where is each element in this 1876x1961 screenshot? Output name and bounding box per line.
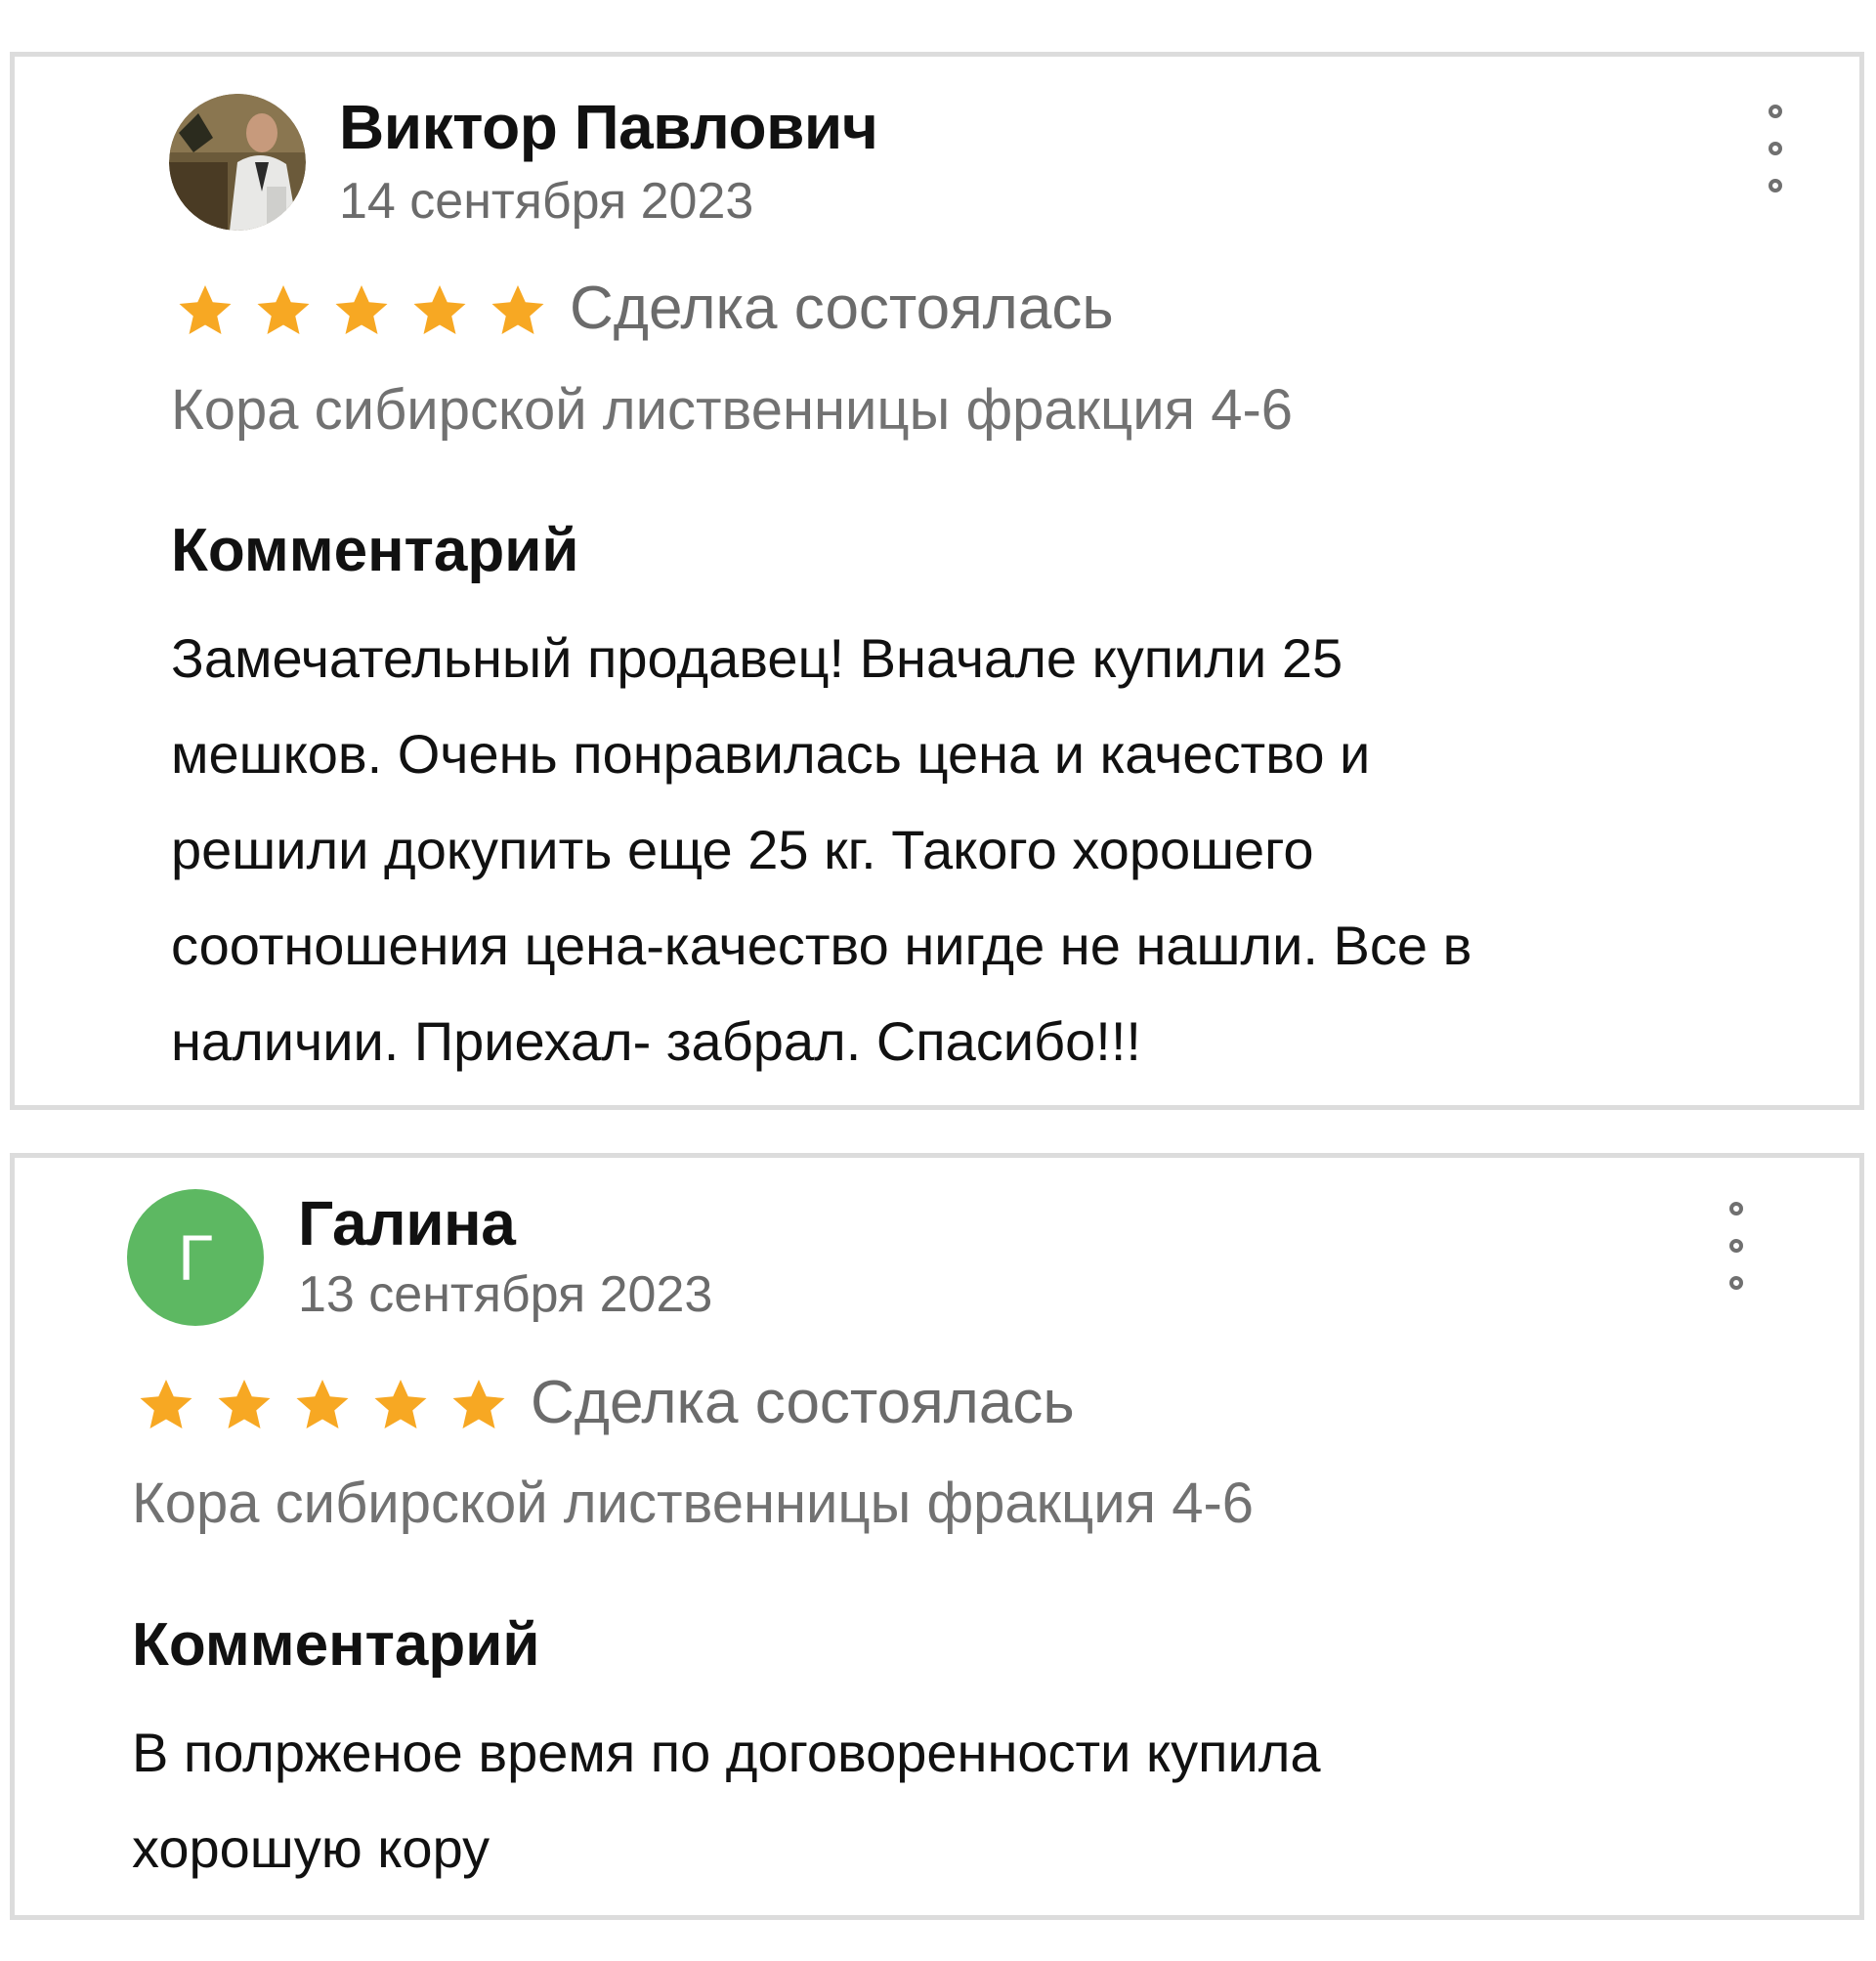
star-icon bbox=[179, 285, 232, 334]
avatar[interactable]: Г bbox=[127, 1189, 264, 1326]
deal-status: Сделка состоялась bbox=[531, 1369, 1075, 1436]
comment-line: хорошую кору bbox=[132, 1817, 490, 1879]
comment-text: В полрженое время по договоренности купи… bbox=[132, 1705, 1321, 1897]
rating-stars bbox=[176, 281, 547, 340]
star-icon bbox=[296, 1380, 349, 1428]
comment-line: Замечательный продавец! Вначале купили 2… bbox=[171, 627, 1343, 689]
review-date: 13 сентября 2023 bbox=[298, 1266, 713, 1323]
star-icon bbox=[413, 285, 466, 334]
star-icon bbox=[374, 1380, 427, 1428]
kebab-dot bbox=[1769, 142, 1782, 155]
comment-line: мешков. Очень понравилась цена и качеств… bbox=[171, 723, 1371, 785]
more-options-button[interactable] bbox=[1756, 105, 1795, 192]
star-icon bbox=[140, 1380, 192, 1428]
review-date: 14 сентября 2023 bbox=[339, 173, 754, 230]
comment-heading: Комментарий bbox=[171, 517, 579, 584]
comment-line: В полрженое время по договоренности купи… bbox=[132, 1722, 1321, 1783]
review-card: Г Галина 13 сентября 2023 Сделка состоял… bbox=[10, 1153, 1864, 1920]
avatar[interactable] bbox=[169, 94, 306, 231]
comment-line: решили докупить еще 25 кг. Такого хороше… bbox=[171, 819, 1314, 880]
kebab-dot bbox=[1769, 105, 1782, 118]
comment-heading: Комментарий bbox=[132, 1611, 540, 1679]
product-name[interactable]: Кора сибирской лиственницы фракция 4-6 bbox=[171, 377, 1293, 443]
star-icon bbox=[491, 285, 544, 334]
star-icon bbox=[257, 285, 310, 334]
kebab-dot bbox=[1729, 1276, 1743, 1290]
review-author-name[interactable]: Виктор Павлович bbox=[339, 91, 878, 163]
star-icon bbox=[335, 285, 388, 334]
comment-text: Замечательный продавец! Вначале купили 2… bbox=[171, 611, 1471, 1089]
kebab-dot bbox=[1769, 179, 1782, 192]
comment-line: наличии. Приехал- забрал. Спасибо!!! bbox=[171, 1010, 1141, 1072]
star-icon bbox=[218, 1380, 271, 1428]
review-author-name[interactable]: Галина bbox=[298, 1187, 516, 1259]
more-options-button[interactable] bbox=[1717, 1202, 1756, 1290]
comment-line: соотношения цена-качество нигде не нашли… bbox=[171, 915, 1472, 976]
kebab-dot bbox=[1729, 1239, 1743, 1253]
review-card: Виктор Павлович 14 сентября 2023 Сделка … bbox=[10, 52, 1864, 1110]
kebab-dot bbox=[1729, 1202, 1743, 1215]
product-name[interactable]: Кора сибирской лиственницы фракция 4-6 bbox=[132, 1471, 1254, 1536]
rating-stars bbox=[137, 1376, 508, 1434]
deal-status: Сделка состоялась bbox=[570, 275, 1114, 342]
star-icon bbox=[452, 1380, 505, 1428]
avatar-photo bbox=[169, 94, 306, 231]
